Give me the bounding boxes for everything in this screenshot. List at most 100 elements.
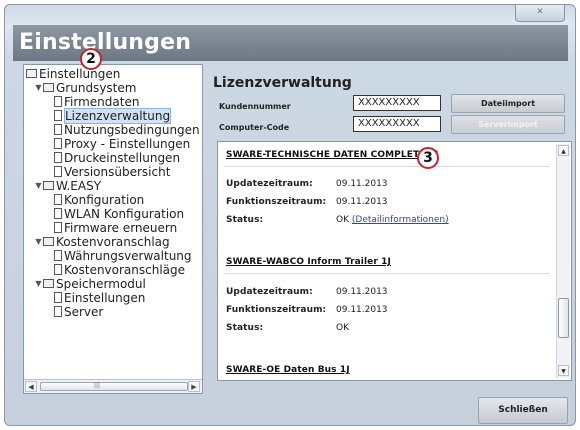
document-icon xyxy=(54,152,62,163)
document-icon xyxy=(54,166,62,177)
function-value: 09.11.2013 xyxy=(336,197,388,207)
license-function-row: Funktionszeitraum: 09.11.2013 xyxy=(226,305,388,315)
update-value: 09.11.2013 xyxy=(336,179,388,189)
tree-item-label: Versionsübersicht xyxy=(64,165,171,179)
tree-item-proxy-einstellungen[interactable]: Proxy - Einstellungen xyxy=(26,137,202,151)
document-icon xyxy=(54,306,62,317)
callout-badge-2: 2 xyxy=(80,48,102,70)
tree-item-konfiguration[interactable]: Konfiguration xyxy=(26,193,202,207)
close-button[interactable]: Schließen xyxy=(478,397,568,424)
tree-item-label: Einstellungen xyxy=(39,67,121,81)
tree-item-label: W.EASY xyxy=(56,179,102,193)
scroll-down-arrow-icon[interactable]: ▼ xyxy=(558,365,569,376)
tree-item-nutzungsbedingungen[interactable]: Nutzungsbedingungen xyxy=(26,123,202,137)
update-label: Updatezeitraum: xyxy=(226,179,313,189)
tree-item-label: Grundsystem xyxy=(56,81,137,95)
function-label: Funktionszeitraum: xyxy=(226,197,327,207)
scroll-left-arrow-icon[interactable]: ◀ xyxy=(25,381,37,392)
tree-item-firmendaten[interactable]: Firmendaten xyxy=(26,95,202,109)
license-vertical-scrollbar[interactable]: ▲ ▼ xyxy=(556,144,570,378)
document-icon xyxy=(54,222,62,233)
tree-scroll-thumb[interactable] xyxy=(40,382,188,391)
divider xyxy=(224,166,549,167)
document-icon xyxy=(54,194,62,205)
tree-item-label: Währungsverwaltung xyxy=(64,249,192,263)
license-status-row: Status: OK (Detailinformationen) xyxy=(226,215,449,225)
tree-item-label: Firmware erneuern xyxy=(64,221,178,235)
tree-item-label: Server xyxy=(64,305,104,319)
document-icon xyxy=(54,264,62,275)
tree-item-lizenzverwaltung[interactable]: Lizenzverwaltung xyxy=(26,108,202,124)
file-import-button[interactable]: Dateiimport xyxy=(451,94,565,113)
computer-code-field[interactable]: XXXXXXXXX xyxy=(353,116,441,132)
details-link[interactable]: (Detailinformationen) xyxy=(352,215,449,225)
tree-item-w-easy[interactable]: ▼ W.EASY xyxy=(26,179,202,193)
tree-item-einstellungen[interactable]: Einstellungen xyxy=(26,67,202,81)
tree-item-label: Nutzungsbedingungen xyxy=(64,123,200,137)
scroll-up-arrow-icon[interactable]: ▲ xyxy=(558,145,569,156)
license-update-row: Updatezeitraum: 09.11.2013 xyxy=(226,287,388,297)
document-icon xyxy=(54,292,62,303)
tree-item-label: Einstellungen xyxy=(64,291,146,305)
tree-item-label: Proxy - Einstellungen xyxy=(64,137,191,151)
document-icon xyxy=(54,96,62,107)
callout-badge-3: 3 xyxy=(417,147,439,169)
document-icon xyxy=(54,250,62,261)
function-label: Funktionszeitraum: xyxy=(226,305,327,315)
license-name: SWARE-TECHNISCHE DATEN COMPLETE 1J xyxy=(226,150,439,160)
divider xyxy=(224,273,549,274)
tree-item-kostenvoranschlag[interactable]: ▼ Kostenvoranschlag xyxy=(26,235,202,249)
folder-icon xyxy=(43,83,54,92)
tree-item-versionsübersicht[interactable]: Versionsübersicht xyxy=(26,165,202,179)
tree-item-label: Konfiguration xyxy=(64,193,145,207)
tree-item-einstellungen[interactable]: Einstellungen xyxy=(26,291,202,305)
customer-number-label: Kundennummer xyxy=(219,102,291,111)
status-value: OK xyxy=(336,323,349,333)
document-icon xyxy=(54,138,62,149)
customer-number-field[interactable]: XXXXXXXXX xyxy=(353,95,441,111)
status-label: Status: xyxy=(226,323,264,333)
license-scroll-thumb[interactable] xyxy=(558,298,569,338)
update-label: Updatezeitraum: xyxy=(226,287,313,297)
tree-item-wlan-konfiguration[interactable]: WLAN Konfiguration xyxy=(26,207,202,221)
tree-item-firmware-erneuern[interactable]: Firmware erneuern xyxy=(26,221,202,235)
tree-item-grundsystem[interactable]: ▼ Grundsystem xyxy=(26,81,202,95)
tree-item-kostenvoranschläge[interactable]: Kostenvoranschläge xyxy=(26,263,202,277)
tree-item-label: Druckeinstellungen xyxy=(64,151,181,165)
license-list-panel: SWARE-TECHNISCHE DATEN COMPLETE 1J Updat… xyxy=(217,141,572,381)
license-heading: Lizenzverwaltung xyxy=(213,75,352,91)
tree-content: Einstellungen ▼ Grundsystem Firmendaten Lize… xyxy=(26,65,202,377)
folder-icon xyxy=(26,69,37,78)
tree-item-label: Speichermodul xyxy=(56,277,146,291)
scroll-right-arrow-icon[interactable]: ▶ xyxy=(188,381,200,392)
document-icon xyxy=(54,110,62,121)
document-icon xyxy=(54,124,62,135)
tree-item-label: Lizenzverwaltung xyxy=(64,108,172,124)
server-import-button[interactable]: Serverimport xyxy=(451,115,565,134)
expand-toggle-icon[interactable]: ▼ xyxy=(34,179,43,193)
window-close-button[interactable]: ✕ xyxy=(515,5,565,22)
tree-item-währungsverwaltung[interactable]: Währungsverwaltung xyxy=(26,249,202,263)
tree-item-speichermodul[interactable]: ▼ Speichermodul xyxy=(26,277,202,291)
tree-item-server[interactable]: Server xyxy=(26,305,202,319)
tree-item-label: Firmendaten xyxy=(64,95,140,109)
expand-toggle-icon[interactable]: ▼ xyxy=(34,277,43,291)
tree-item-label: Kostenvoranschläge xyxy=(64,263,186,277)
license-status-row: Status: OK xyxy=(226,323,349,333)
license-name: SWARE-WABCO Inform Trailer 1J xyxy=(226,257,391,267)
folder-icon xyxy=(43,279,54,288)
license-name: SWARE-OE Daten Bus 1J xyxy=(226,365,350,375)
expand-toggle-icon[interactable]: ▼ xyxy=(34,81,43,95)
tree-item-druckeinstellungen[interactable]: Druckeinstellungen xyxy=(26,151,202,165)
scroll-grip-icon: ||| xyxy=(94,382,101,389)
expand-toggle-icon[interactable]: ▼ xyxy=(34,235,43,249)
tree-horizontal-scrollbar[interactable]: ◀ ||| ▶ xyxy=(24,379,202,393)
update-value: 09.11.2013 xyxy=(336,287,388,297)
tree-item-label: WLAN Konfiguration xyxy=(64,207,185,221)
status-label: Status: xyxy=(226,215,264,225)
computer-code-label: Computer-Code xyxy=(219,123,290,132)
status-value: OK xyxy=(336,215,349,225)
document-icon xyxy=(54,208,62,219)
folder-icon xyxy=(43,181,54,190)
license-update-row: Updatezeitraum: 09.11.2013 xyxy=(226,179,388,189)
